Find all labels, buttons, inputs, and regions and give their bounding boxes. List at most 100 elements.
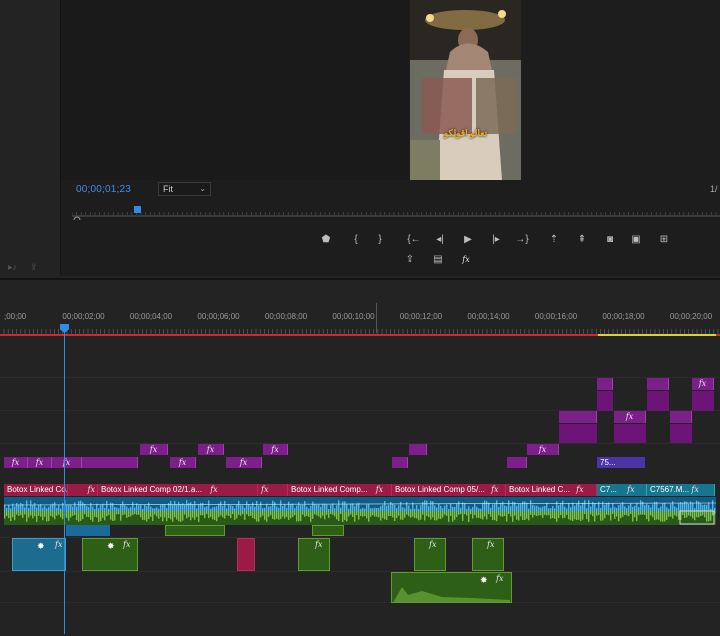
monitor-canvas-left [61, 0, 409, 180]
lift-button[interactable]: ⇡ [546, 233, 562, 247]
adjustment-clip[interactable]: fx [140, 444, 168, 455]
video-clip[interactable]: Botox Linked Comp... fx [288, 484, 392, 496]
video-clip[interactable]: Botox Linked C... fx [506, 484, 597, 496]
adjustment-clip[interactable] [647, 391, 669, 411]
extract-button[interactable]: ⇞ [574, 233, 590, 247]
clip-label: Botox Linked Comp 02/1.a... [101, 485, 202, 494]
adjustment-clip[interactable] [507, 457, 527, 468]
video-clip[interactable]: Botox Linked Comp 02/1.a... fx [98, 484, 258, 496]
go-to-in-icon: {← [407, 234, 421, 245]
video-frame: تعالو اقولكو [410, 0, 521, 180]
multicam-button[interactable]: ▤ [430, 253, 446, 267]
export-frame-button[interactable]: ◙ [602, 233, 618, 247]
adjustment-clip[interactable] [670, 411, 692, 423]
program-monitor: ▸♪ ⇪ تعالو اقولكو 00;00;01;23 Fit ⌄ 1/ ⬟… [0, 0, 720, 276]
adjustment-clip[interactable] [647, 378, 669, 390]
ruler-label: 00;00;14;00 [467, 312, 510, 321]
playhead-timecode[interactable]: 00;00;01;23 [76, 184, 131, 195]
video-clip[interactable]: C7567.M... fx [647, 484, 715, 496]
mark-out-button[interactable]: } [372, 233, 388, 247]
step-back-button[interactable]: ◂| [432, 233, 448, 247]
sparkle-icon: ✸ [107, 541, 115, 551]
adjustment-clip[interactable] [597, 391, 613, 411]
adjustment-clip[interactable] [559, 424, 597, 443]
adjustment-clip[interactable]: fx [4, 457, 28, 468]
resolution-select[interactable]: 1/ [710, 184, 718, 194]
adjustment-clip[interactable] [597, 378, 613, 390]
adjustment-clip[interactable]: fx [527, 444, 559, 455]
zoom-select[interactable]: Fit ⌄ [158, 182, 211, 196]
adjustment-clip[interactable] [692, 391, 714, 411]
adjustment-clip[interactable] [409, 444, 427, 455]
sparkle-icon: ✸ [37, 541, 45, 551]
adjustment-clip[interactable]: fx [198, 444, 224, 455]
audio-clip[interactable]: ✸ fx [82, 538, 138, 571]
adjustment-clip[interactable]: fx [226, 457, 262, 468]
video-clip[interactable]: fx [68, 484, 98, 496]
step-forward-button[interactable]: |▸ [488, 233, 504, 247]
timeline-ruler[interactable]: ;00;00 00;00;02;00 00;00;04;00 00;00;06;00 0… [0, 312, 720, 324]
ruler-label: ;00;00 [4, 312, 27, 321]
play-button[interactable]: ▶ [460, 233, 476, 247]
clip-label: C7... [600, 485, 617, 494]
export-button[interactable]: ⇪ [402, 253, 418, 267]
comparison-view-button[interactable]: ▣ [628, 233, 644, 247]
video-clip[interactable]: C7... fx [597, 484, 647, 496]
adjustment-clip[interactable]: fx [692, 378, 714, 390]
audio-clip[interactable]: ✸ fx [391, 572, 512, 603]
add-marker-button[interactable]: ⬟ [318, 233, 334, 247]
chevron-down-icon: ⌄ [199, 184, 206, 193]
audio-clip[interactable]: fx [298, 538, 330, 571]
left-panel-strip: ▸♪ ⇪ [0, 0, 61, 276]
monitor-playhead-handle[interactable] [134, 206, 141, 213]
go-to-in-button[interactable]: {← [406, 233, 422, 247]
button-editor-button[interactable]: ⊞ [656, 233, 672, 247]
go-to-out-icon: →} [515, 234, 529, 245]
comparison-view-icon: ▣ [631, 234, 641, 245]
audio-waveform-a1[interactable] [4, 497, 716, 525]
video-clip[interactable]: Botox Linked Comp 05/... fx [392, 484, 506, 496]
adjustment-clip[interactable]: fx [170, 457, 196, 468]
video-clip[interactable]: fx [258, 484, 288, 496]
adjustment-clip[interactable] [614, 424, 646, 443]
scrub-start-icon [73, 216, 81, 220]
adjustment-clip[interactable] [559, 411, 597, 423]
ruler-label: 00;00;08;00 [264, 312, 308, 321]
audio-clip[interactable] [312, 525, 344, 536]
audio-clip[interactable] [66, 525, 110, 536]
audio-clip[interactable]: ✸ fx [12, 538, 66, 571]
fx-icon: fx [462, 255, 470, 264]
adjustment-clip[interactable] [82, 457, 138, 468]
ruler-label: 00;00;06;00 [197, 312, 240, 321]
adjustment-clip[interactable]: fx [614, 411, 646, 423]
step-back-icon: ◂| [436, 234, 444, 245]
fx-badge: fx [55, 540, 63, 549]
fx-badge: fx [375, 485, 384, 494]
fx-button[interactable]: fx [458, 253, 474, 267]
video-frame-image [410, 0, 521, 180]
mark-out-icon: } [378, 234, 382, 245]
monitor-scrubber[interactable] [72, 204, 720, 220]
ruler-label: 00;00;02;00 [62, 312, 105, 321]
timeline-playhead[interactable] [64, 324, 65, 634]
go-to-out-button[interactable]: →} [514, 233, 530, 247]
ruler-label: 00;00;12;00 [399, 312, 443, 321]
adjustment-clip[interactable]: fx [263, 444, 288, 455]
mark-in-button[interactable]: { [348, 233, 364, 247]
adjustment-clip[interactable]: fx [28, 457, 52, 468]
panel-icon-b[interactable]: ⇪ [30, 262, 38, 273]
fx-badge: fx [576, 485, 584, 494]
adjustment-clip[interactable]: fx [52, 457, 82, 468]
adjustment-clip[interactable] [670, 424, 692, 443]
audio-clip[interactable]: fx [472, 538, 504, 571]
panel-icon-a[interactable]: ▸♪ [8, 262, 17, 273]
button-editor-icon: ⊞ [659, 234, 669, 245]
nested-clip[interactable]: 75... [597, 457, 645, 468]
audio-clip[interactable] [237, 538, 255, 571]
adjustment-clip[interactable] [392, 457, 408, 468]
video-clip[interactable]: Botox Linked Co... [4, 484, 68, 496]
audio-clip[interactable] [165, 525, 225, 536]
transport-controls: ⬟ {} {← ◂| ▶ |▸ →} ⇡ ⇞ ◙ ▣ ⊞ [314, 233, 674, 247]
clip-label: Botox Linked C... [509, 485, 570, 494]
audio-clip[interactable]: fx [414, 538, 446, 571]
